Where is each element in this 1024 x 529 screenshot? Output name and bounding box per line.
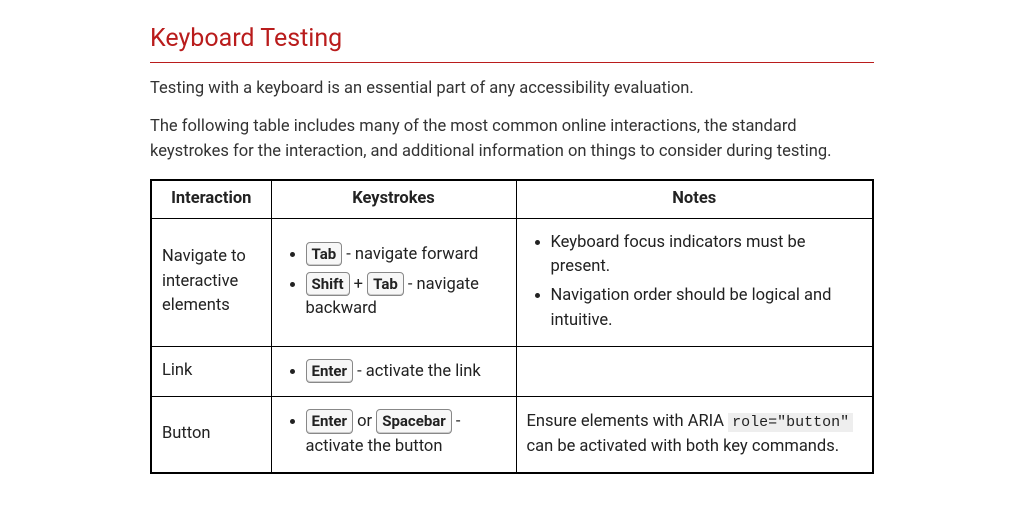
- interaction-cell: Link: [151, 346, 271, 397]
- table-header-row: Interaction Keystrokes Notes: [151, 180, 873, 218]
- key-tab: Tab: [306, 242, 343, 267]
- keystroke-item: Tab - navigate forward: [306, 242, 506, 268]
- code-role-button: role="button": [728, 413, 853, 432]
- page-heading: Keyboard Testing: [150, 20, 874, 63]
- notes-cell: Ensure elements with ARIA role="button" …: [516, 397, 873, 473]
- header-interaction: Interaction: [151, 180, 271, 218]
- key-shift: Shift: [306, 272, 350, 297]
- note-text-pre: Ensure elements with ARIA: [527, 412, 729, 431]
- notes-cell: Keyboard focus indicators must be presen…: [516, 218, 873, 346]
- keystrokes-cell: Enter or Spacebar - activate the button: [271, 397, 516, 473]
- table-row: Button Enter or Spacebar - activate the …: [151, 397, 873, 473]
- table-row: Navigate to interactive elements Tab - n…: [151, 218, 873, 346]
- keyboard-testing-table: Interaction Keystrokes Notes Navigate to…: [150, 179, 874, 474]
- header-keystrokes: Keystrokes: [271, 180, 516, 218]
- keystroke-item: Enter - activate the link: [306, 359, 506, 385]
- keystroke-text: - navigate forward: [342, 245, 478, 264]
- key-spacebar: Spacebar: [376, 409, 452, 434]
- intro-paragraph-2: The following table includes many of the…: [150, 115, 874, 165]
- notes-cell: [516, 346, 873, 397]
- interaction-cell: Navigate to interactive elements: [151, 218, 271, 346]
- key-enter: Enter: [306, 409, 354, 434]
- table-row: Link Enter - activate the link: [151, 346, 873, 397]
- or-text: or: [353, 412, 376, 431]
- keystroke-item: Shift + Tab - navigate backward: [306, 272, 506, 323]
- key-tab: Tab: [367, 272, 404, 297]
- keystroke-text: - activate the link: [353, 362, 481, 381]
- note-text-post: can be activated with both key commands.: [527, 437, 840, 456]
- keystrokes-cell: Tab - navigate forward Shift + Tab - nav…: [271, 218, 516, 346]
- plus-text: +: [350, 275, 368, 294]
- keystroke-item: Enter or Spacebar - activate the button: [306, 409, 506, 460]
- header-notes: Notes: [516, 180, 873, 218]
- key-enter: Enter: [306, 359, 354, 384]
- note-item: Navigation order should be logical and i…: [551, 284, 863, 334]
- intro-block: Testing with a keyboard is an essential …: [150, 77, 874, 165]
- interaction-cell: Button: [151, 397, 271, 473]
- note-item: Keyboard focus indicators must be presen…: [551, 231, 863, 281]
- intro-paragraph-1: Testing with a keyboard is an essential …: [150, 77, 874, 102]
- keystrokes-cell: Enter - activate the link: [271, 346, 516, 397]
